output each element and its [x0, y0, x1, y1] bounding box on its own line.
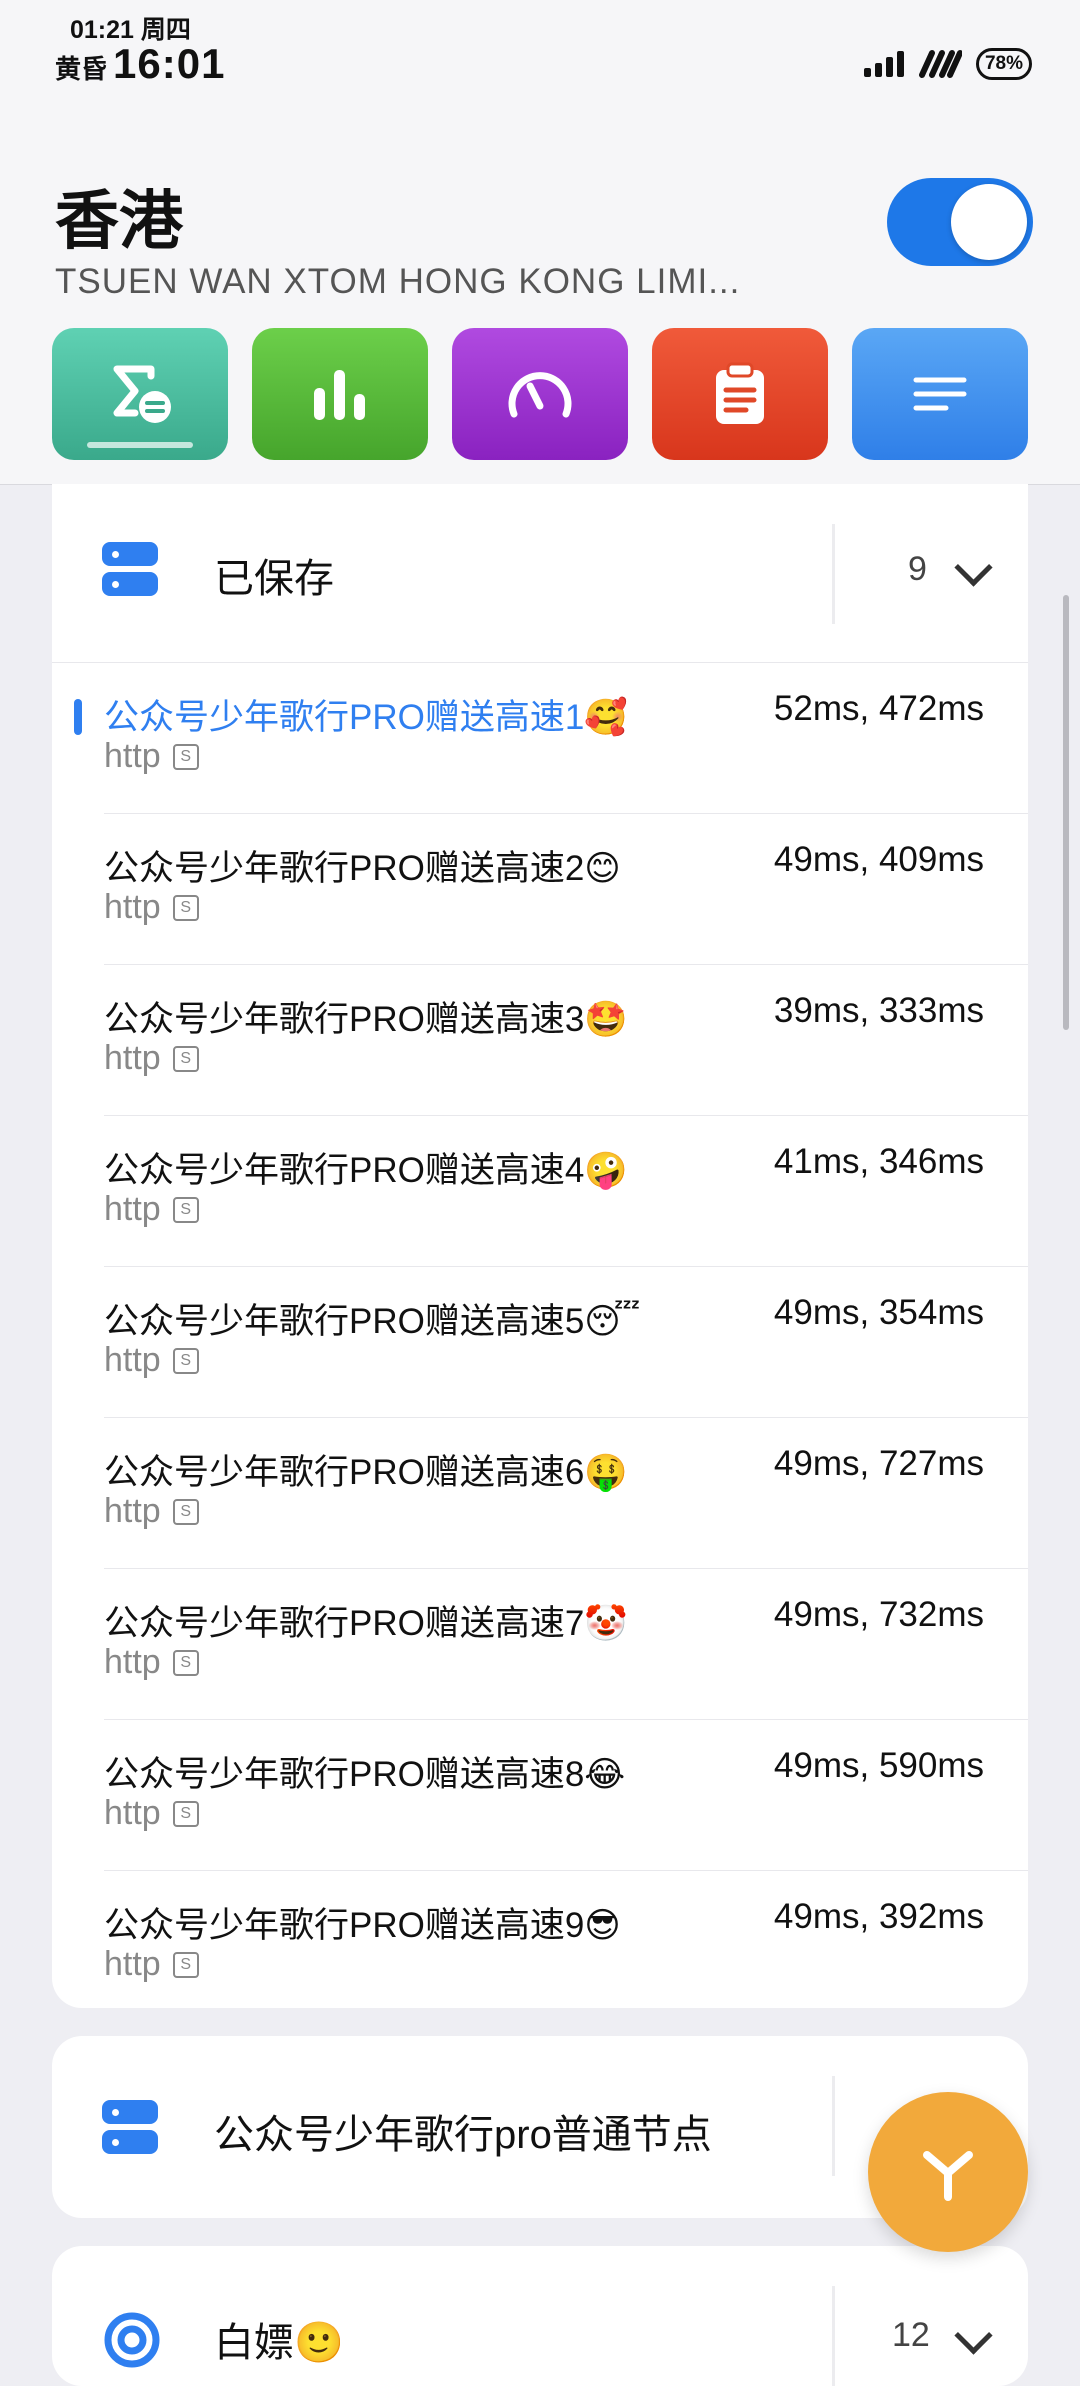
- node-latency: 39ms, 333ms: [773, 991, 984, 1030]
- secure-badge-icon: S: [172, 1498, 199, 1525]
- node-list: 公众号少年歌行PRO赠送高速1🥰 http S 52ms, 472ms 公众号少年歌行P…: [52, 662, 1028, 2008]
- node-name: 公众号少年歌行PRO赠送高速1🥰: [104, 698, 628, 737]
- node-protocol: http S: [104, 1643, 199, 1682]
- protocol-label: http: [104, 888, 161, 926]
- secure-badge-icon: S: [172, 1196, 199, 1223]
- secure-badge-icon: S: [172, 894, 199, 921]
- node-name: 公众号少年歌行PRO赠送高速4🤪: [104, 1151, 628, 1190]
- scrollbar[interactable]: [1063, 595, 1069, 1030]
- group-card-saved: 已保存 9 公众号少年歌行PRO赠送高速1🥰 http S 52ms, 472ms 公众…: [52, 484, 1028, 2008]
- secure-badge-icon: S: [172, 743, 199, 770]
- status-clock: 16:01: [113, 40, 226, 87]
- battery-indicator: 78%: [975, 48, 1032, 80]
- top-header: 01:21 周四 黄昏 16:01 78% 香港 TSUEN WAN XTOM …: [0, 0, 1080, 485]
- group-title: 白嫖🙂: [214, 2321, 344, 2365]
- node-latency: 49ms, 727ms: [773, 1444, 984, 1483]
- target-icon: [104, 2312, 160, 2368]
- node-name: 公众号少年歌行PRO赠送高速9😎: [104, 1906, 621, 1945]
- region-title: 香港: [55, 185, 183, 257]
- logs-tool-button[interactable]: [652, 328, 828, 460]
- stats-tool-button[interactable]: [252, 328, 428, 460]
- protocol-label: http: [104, 1492, 161, 1530]
- server-icon: [102, 542, 158, 596]
- node-row[interactable]: 公众号少年歌行PRO赠送高速5😴 http S 49ms, 354ms: [104, 1266, 1028, 1417]
- node-row[interactable]: 公众号少年歌行PRO赠送高速7🤡 http S 49ms, 732ms: [104, 1568, 1028, 1719]
- protocol-label: http: [104, 1190, 161, 1228]
- node-row[interactable]: 公众号少年歌行PRO赠送高速6🤑 http S 49ms, 727ms: [104, 1417, 1028, 1568]
- node-name: 公众号少年歌行PRO赠送高速6🤑: [104, 1453, 628, 1492]
- node-protocol: http S: [104, 1341, 199, 1380]
- server-icon: [102, 2100, 158, 2154]
- node-name: 公众号少年歌行PRO赠送高速5😴: [104, 1302, 641, 1341]
- node-latency: 49ms, 590ms: [773, 1746, 984, 1785]
- connect-fab-button[interactable]: [868, 2092, 1028, 2252]
- speedtest-tool-button[interactable]: [452, 328, 628, 460]
- node-row[interactable]: 公众号少年歌行PRO赠送高速2😊 http S 49ms, 409ms: [104, 813, 1028, 964]
- secure-badge-icon: S: [172, 1800, 199, 1827]
- node-latency: 52ms, 472ms: [773, 689, 984, 728]
- secure-badge-icon: S: [172, 1951, 199, 1978]
- divider: [832, 2076, 835, 2176]
- proxy-toggle[interactable]: [887, 178, 1033, 266]
- node-name: 公众号少年歌行PRO赠送高速3🤩: [104, 1000, 628, 1039]
- secure-badge-icon: S: [172, 1649, 199, 1676]
- node-protocol: http S: [104, 1492, 199, 1531]
- node-protocol: http S: [104, 1039, 199, 1078]
- clipboard-icon: [716, 362, 764, 424]
- divider: [832, 2286, 835, 2386]
- wifi-slash-icon: [918, 50, 962, 78]
- status-clock-row: 黄昏 16:01: [55, 40, 225, 88]
- node-protocol: http S: [104, 888, 199, 927]
- active-tab-indicator: [87, 442, 193, 448]
- propeller-icon: [923, 2151, 973, 2201]
- sigma-list-icon: [113, 365, 171, 423]
- status-indicators: 78%: [863, 48, 1032, 80]
- node-row[interactable]: 公众号少年歌行PRO赠送高速9😎 http S 49ms, 392ms: [104, 1870, 1028, 2008]
- bar-chart-icon: [314, 370, 365, 420]
- selected-indicator: [74, 699, 82, 735]
- node-latency: 49ms, 732ms: [773, 1595, 984, 1634]
- protocol-label: http: [104, 737, 161, 775]
- secure-badge-icon: S: [172, 1347, 199, 1374]
- group-card-free[interactable]: 白嫖🙂 12: [52, 2246, 1028, 2386]
- status-period: 黄昏: [55, 54, 108, 84]
- node-row[interactable]: 公众号少年歌行PRO赠送高速1🥰 http S 52ms, 472ms: [52, 662, 1028, 813]
- group-header-saved[interactable]: 已保存 9: [52, 484, 1028, 662]
- group-count: 12: [892, 2316, 930, 2354]
- protocol-label: http: [104, 1341, 161, 1379]
- menu-tool-button[interactable]: [852, 328, 1028, 460]
- secure-badge-icon: S: [172, 1045, 199, 1072]
- group-title: 已保存: [214, 557, 334, 601]
- protocol-label: http: [104, 1945, 161, 1983]
- node-latency: 49ms, 392ms: [773, 1897, 984, 1936]
- group-title: 公众号少年歌行pro普通节点: [214, 2113, 712, 2157]
- menu-lines-icon: [913, 377, 967, 411]
- divider: [832, 524, 835, 624]
- node-protocol: http S: [104, 1190, 199, 1229]
- chevron-down-icon[interactable]: [954, 2316, 993, 2355]
- node-row[interactable]: 公众号少年歌行PRO赠送高速4🤪 http S 41ms, 346ms: [104, 1115, 1028, 1266]
- protocol-label: http: [104, 1039, 161, 1077]
- node-protocol: http S: [104, 1794, 199, 1833]
- toggle-knob: [951, 184, 1027, 260]
- node-row[interactable]: 公众号少年歌行PRO赠送高速8😂 http S 49ms, 590ms: [104, 1719, 1028, 1870]
- node-latency: 49ms, 354ms: [773, 1293, 984, 1332]
- node-name: 公众号少年歌行PRO赠送高速7🤡: [104, 1604, 628, 1643]
- overview-tool-button[interactable]: [52, 328, 228, 460]
- protocol-label: http: [104, 1643, 161, 1681]
- node-protocol: http S: [104, 1945, 199, 1984]
- node-name: 公众号少年歌行PRO赠送高速8😂: [104, 1755, 626, 1794]
- protocol-label: http: [104, 1794, 161, 1832]
- region-subtitle: TSUEN WAN XTOM HONG KONG LIMI...: [55, 262, 741, 301]
- node-row[interactable]: 公众号少年歌行PRO赠送高速3🤩 http S 39ms, 333ms: [104, 964, 1028, 1115]
- node-latency: 49ms, 409ms: [773, 840, 984, 879]
- node-name: 公众号少年歌行PRO赠送高速2😊: [104, 849, 621, 888]
- node-protocol: http S: [104, 737, 199, 776]
- node-latency: 41ms, 346ms: [773, 1142, 984, 1181]
- chevron-down-icon[interactable]: [954, 548, 993, 587]
- group-count: 9: [908, 550, 927, 588]
- signal-icon: [863, 51, 904, 77]
- speedometer-icon: [508, 372, 572, 418]
